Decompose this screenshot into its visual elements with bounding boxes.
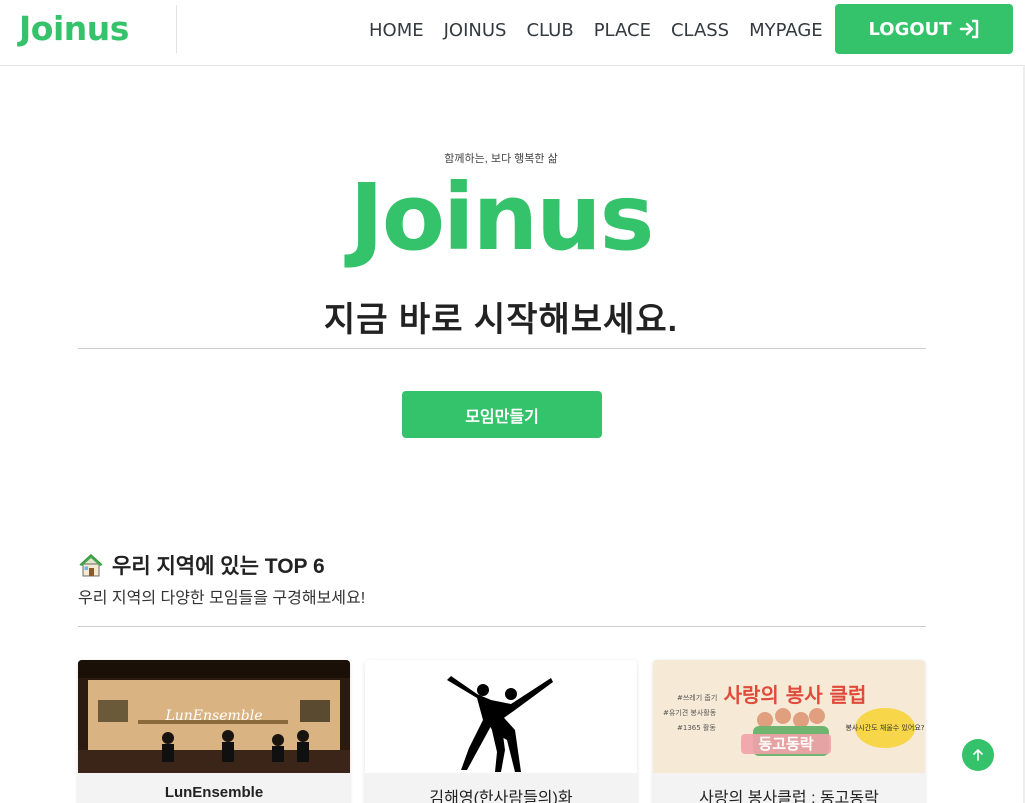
top-navbar: Joinus HOME JOINUS CLUB PLACE CLASS MYPA… — [0, 0, 1025, 66]
divider — [78, 626, 926, 627]
logout-label: LOGOUT — [868, 18, 952, 40]
nav-joinus[interactable]: JOINUS — [444, 20, 507, 41]
club-image-banner: 동고동락 — [758, 735, 813, 753]
main-nav: HOME JOINUS CLUB PLACE CLASS MYPAGE — [369, 20, 843, 41]
nav-place[interactable]: PLACE — [594, 20, 651, 41]
header-divider — [176, 5, 177, 53]
divider — [78, 348, 926, 349]
nav-class[interactable]: CLASS — [671, 20, 729, 41]
club-image: 사랑의 봉사 클럽 #쓰레기 줍기 #유기견 봉사활동 #1365 활동 동고동… — [653, 660, 925, 773]
club-title: LunEnsemble — [164, 784, 264, 801]
section-description: 우리 지역의 다양한 모임들을 구경해보세요! — [78, 590, 366, 607]
club-card[interactable]: LunEnsemble LunEnsemble — [78, 660, 350, 803]
club-image-heading: 사랑의 봉사 클럽 — [724, 683, 867, 707]
nav-mypage[interactable]: MYPAGE — [749, 20, 823, 41]
section-title: 우리 지역에 있는 TOP 6 — [78, 550, 325, 580]
arrow-up-icon — [973, 749, 983, 761]
sign-in-arrow-icon — [959, 19, 978, 39]
brand-logo[interactable]: Joinus — [19, 9, 129, 48]
scroll-to-top-button[interactable] — [962, 739, 994, 771]
logout-button[interactable]: LOGOUT — [835, 4, 1013, 54]
hero-logo: Joinus — [349, 164, 655, 271]
nav-home[interactable]: HOME — [369, 20, 424, 41]
club-image-bubble: 봉사시간도 채울수 있어요? — [845, 723, 924, 732]
club-image — [365, 660, 637, 773]
hero-heading: 지금 바로 시작해보세요. — [323, 301, 679, 339]
club-title: 김해영(한사람들의)화 — [429, 790, 573, 803]
club-card[interactable]: 김해영(한사람들의)화 — [365, 660, 637, 803]
nav-club[interactable]: CLUB — [526, 20, 573, 41]
club-image: LunEnsemble — [78, 660, 350, 773]
club-image-tag-3: #1365 활동 — [677, 723, 716, 732]
club-image-tag-1: #쓰레기 줍기 — [677, 693, 717, 702]
club-image-text: LunEnsemble — [164, 708, 262, 724]
club-card[interactable]: 사랑의 봉사 클럽 #쓰레기 줍기 #유기견 봉사활동 #1365 활동 동고동… — [653, 660, 925, 803]
section-title-text: 우리 지역에 있는 TOP 6 — [112, 555, 325, 578]
house-icon — [79, 553, 103, 577]
club-image-tag-2: #유기견 봉사활동 — [663, 708, 717, 717]
create-club-button[interactable]: 모임만들기 — [402, 391, 602, 438]
club-title: 사랑의 봉사클럽 : 동고동락 — [699, 790, 879, 803]
